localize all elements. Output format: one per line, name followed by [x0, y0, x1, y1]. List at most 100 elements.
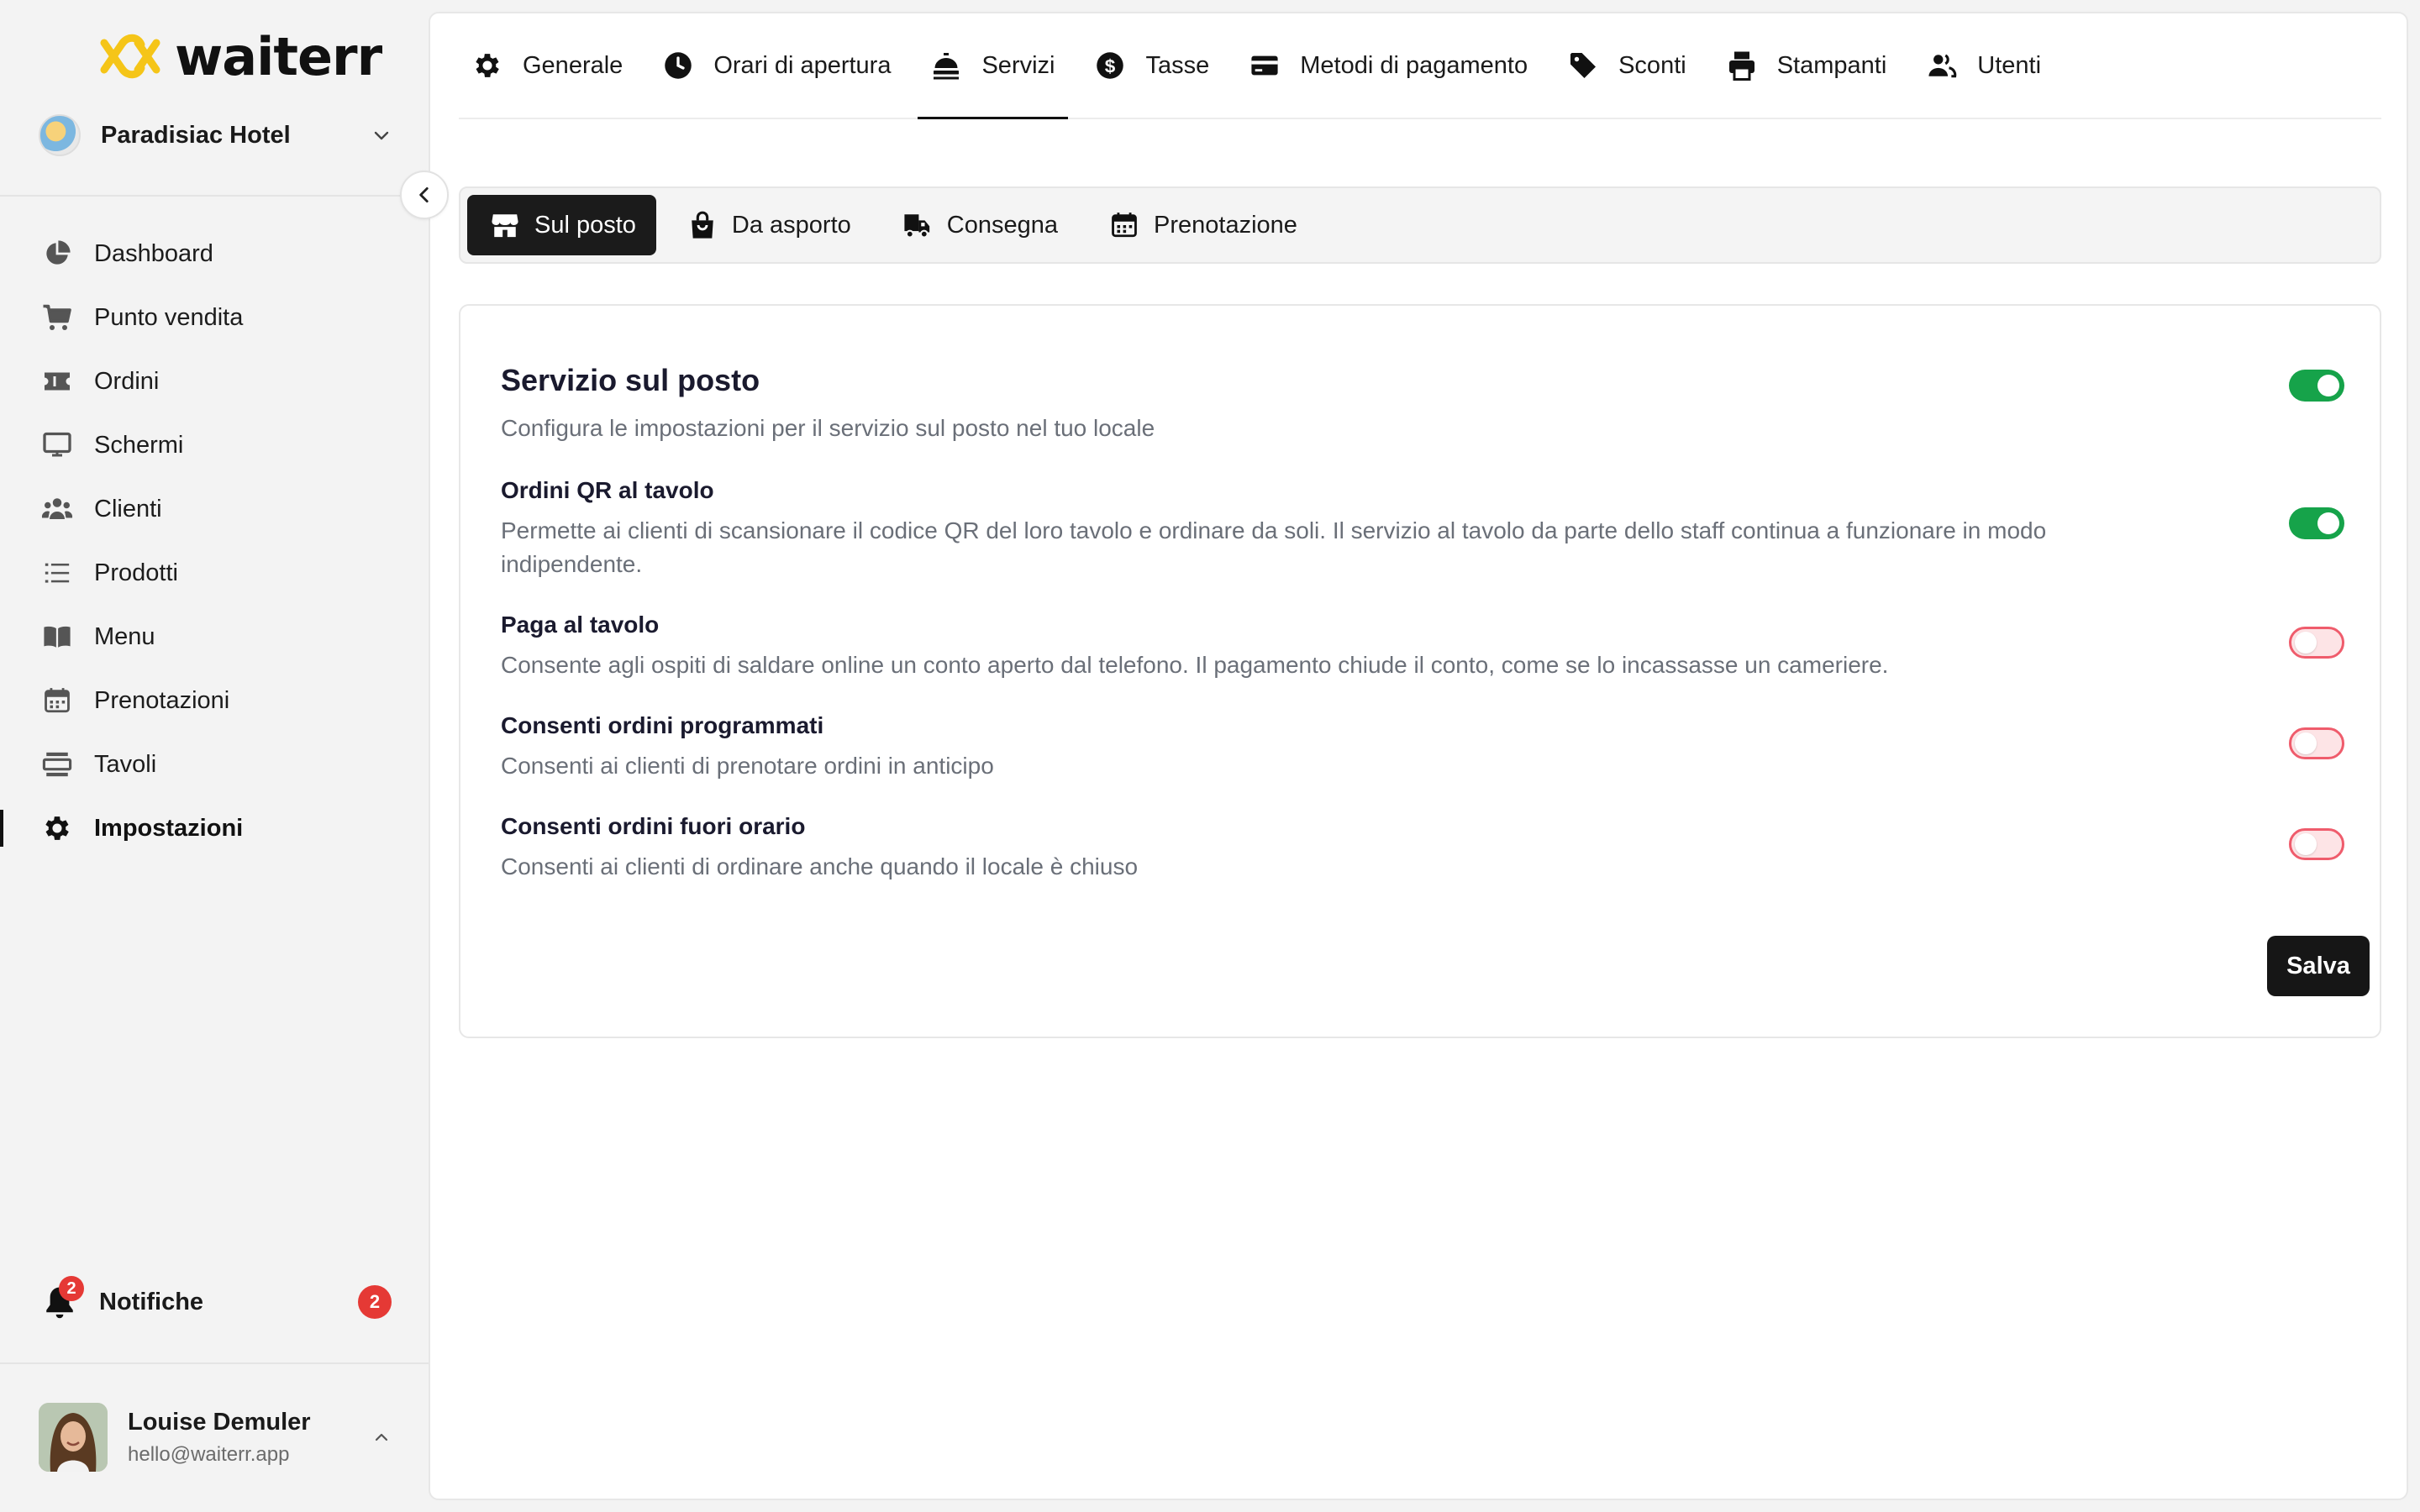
credit-card-icon	[1248, 49, 1281, 82]
qr-orders-toggle[interactable]	[2289, 507, 2344, 539]
shopping-bag-icon	[687, 209, 718, 241]
gear-icon	[471, 49, 504, 82]
tab-stampanti[interactable]: Stampanti	[1713, 13, 1901, 118]
setting-title: Paga al tavolo	[501, 612, 660, 638]
sidebar-item-label: Menu	[94, 622, 155, 650]
tab-label: Utenti	[1977, 51, 2042, 79]
service-enabled-toggle[interactable]	[2289, 370, 2344, 402]
tab-sconti[interactable]: Sconti	[1555, 13, 1700, 118]
tab-tasse[interactable]: $ Tasse	[1081, 13, 1223, 118]
collapse-sidebar-button[interactable]	[400, 171, 449, 219]
notifications-item[interactable]: 2 Notifiche 2	[39, 1272, 392, 1332]
tab-label: Tasse	[1145, 51, 1210, 79]
sidebar-divider	[0, 1362, 429, 1364]
venue-avatar	[39, 114, 81, 156]
tab-servizi[interactable]: Servizi	[918, 13, 1069, 119]
toggle-knob	[2317, 375, 2339, 396]
sidebar-item-clienti[interactable]: Clienti	[0, 477, 429, 541]
bell-icon: 2	[39, 1276, 84, 1323]
sidebar-item-prodotti[interactable]: Prodotti	[0, 541, 429, 605]
sidebar-divider	[0, 195, 429, 197]
sidebar-item-label: Dashboard	[94, 239, 213, 267]
sidebar-item-dashboard[interactable]: Dashboard	[0, 222, 429, 286]
after-hours-orders-toggle[interactable]	[2289, 828, 2344, 860]
toggle-knob	[2295, 632, 2317, 654]
setting-pay-at-table: Paga al tavolo Consente agli ospiti di s…	[501, 612, 2265, 682]
user-info: Louise Demuler hello@waiterr.app	[128, 1409, 371, 1467]
clock-icon	[661, 49, 695, 82]
truck-icon	[902, 209, 934, 241]
chevron-up-icon	[375, 1433, 388, 1441]
notification-badge: 2	[59, 1276, 84, 1301]
pay-at-table-toggle[interactable]	[2289, 627, 2344, 659]
sidebar-item-ordini[interactable]: Ordini	[0, 349, 429, 413]
subtab-label: Sul posto	[534, 211, 636, 239]
toggle-knob	[2295, 732, 2317, 754]
sidebar-item-label: Prodotti	[94, 559, 178, 586]
setting-description: Consenti ai clienti di ordinare anche qu…	[501, 853, 1139, 879]
subtab-da-asporto[interactable]: Da asporto	[665, 195, 871, 255]
tab-generale[interactable]: Generale	[459, 13, 636, 118]
sidebar-item-impostazioni[interactable]: Impostazioni	[0, 796, 429, 860]
avatar	[39, 1403, 108, 1472]
scheduled-orders-toggle[interactable]	[2289, 727, 2344, 759]
service-bell-icon	[929, 49, 963, 82]
book-icon	[40, 620, 74, 654]
tab-orari-di-apertura[interactable]: Orari di apertura	[650, 13, 904, 118]
brand-name: waiterr	[175, 25, 382, 87]
tab-label: Metodi di pagamento	[1300, 51, 1528, 79]
storefront-icon	[489, 209, 521, 241]
chevron-left-icon	[419, 187, 429, 202]
users-icon	[40, 492, 74, 526]
card-subtitle: Configura le impostazioni per il servizi…	[501, 415, 1155, 441]
chevron-down-icon	[374, 131, 389, 140]
setting-title: Ordini QR al tavolo	[501, 477, 714, 503]
user-menu[interactable]: Louise Demuler hello@waiterr.app	[39, 1401, 392, 1473]
gear-icon	[40, 811, 74, 845]
tab-label: Sconti	[1618, 51, 1686, 79]
user-email: hello@waiterr.app	[128, 1442, 290, 1466]
sidebar-item-label: Prenotazioni	[94, 686, 230, 714]
notifications-label: Notifiche	[99, 1288, 204, 1315]
tag-icon	[1566, 49, 1600, 82]
sidebar-item-punto-vendita[interactable]: Punto vendita	[0, 286, 429, 349]
toggle-knob	[2317, 512, 2339, 534]
subtab-prenotazione[interactable]: Prenotazione	[1086, 195, 1318, 255]
setting-description: Consente agli ospiti di saldare online u…	[501, 652, 1889, 678]
subtab-label: Consegna	[946, 211, 1058, 239]
venue-selector[interactable]: Paradisiac Hotel	[39, 111, 392, 160]
pie-chart-icon	[40, 237, 74, 270]
tab-label: Generale	[523, 51, 623, 79]
notification-count: 2	[358, 1285, 392, 1319]
brand-logo[interactable]: waiterr	[97, 25, 382, 87]
infinity-logo-icon	[100, 34, 160, 79]
setting-qr-orders: Ordini QR al tavolo Permette ai clienti …	[501, 477, 2265, 581]
subtab-consegna[interactable]: Consegna	[880, 195, 1078, 255]
sidebar-item-tavoli[interactable]: Tavoli	[0, 732, 429, 796]
list-icon	[40, 556, 74, 590]
subtab-sul-posto[interactable]: Sul posto	[467, 195, 656, 255]
sidebar-item-menu[interactable]: Menu	[0, 605, 429, 669]
setting-description: Consenti ai clienti di prenotare ordini …	[501, 753, 994, 779]
tab-label: Servizi	[981, 51, 1055, 79]
sidebar: waiterr Paradisiac Hotel Dashboard Punto…	[0, 0, 429, 1512]
tab-label: Orari di apertura	[713, 51, 892, 79]
service-type-tabs: Sul posto Da asporto Consegna Prenotazio…	[459, 186, 2381, 264]
table-icon	[40, 748, 74, 781]
card-title: Servizio sul posto	[501, 363, 760, 397]
calendar-icon	[40, 684, 74, 717]
tab-utenti[interactable]: Utenti	[1913, 13, 2054, 118]
save-button[interactable]: Salva	[2267, 936, 2370, 996]
setting-description: Permette ai clienti di scansionare il co…	[501, 517, 2047, 577]
settings-panel: Generale Orari di apertura Servizi $ Tas…	[429, 12, 2408, 1500]
settings-tabs: Generale Orari di apertura Servizi $ Tas…	[459, 13, 2381, 119]
tab-metodi-di-pagamento[interactable]: Metodi di pagamento	[1236, 13, 1541, 118]
sidebar-item-label: Punto vendita	[94, 303, 244, 331]
sidebar-nav: Dashboard Punto vendita Ordini Schermi C…	[0, 222, 429, 860]
ticket-icon	[40, 365, 74, 398]
sidebar-item-label: Tavoli	[94, 750, 157, 778]
printer-icon	[1725, 49, 1759, 82]
users-icon	[1925, 49, 1959, 82]
sidebar-item-prenotazioni[interactable]: Prenotazioni	[0, 669, 429, 732]
sidebar-item-schermi[interactable]: Schermi	[0, 413, 429, 477]
